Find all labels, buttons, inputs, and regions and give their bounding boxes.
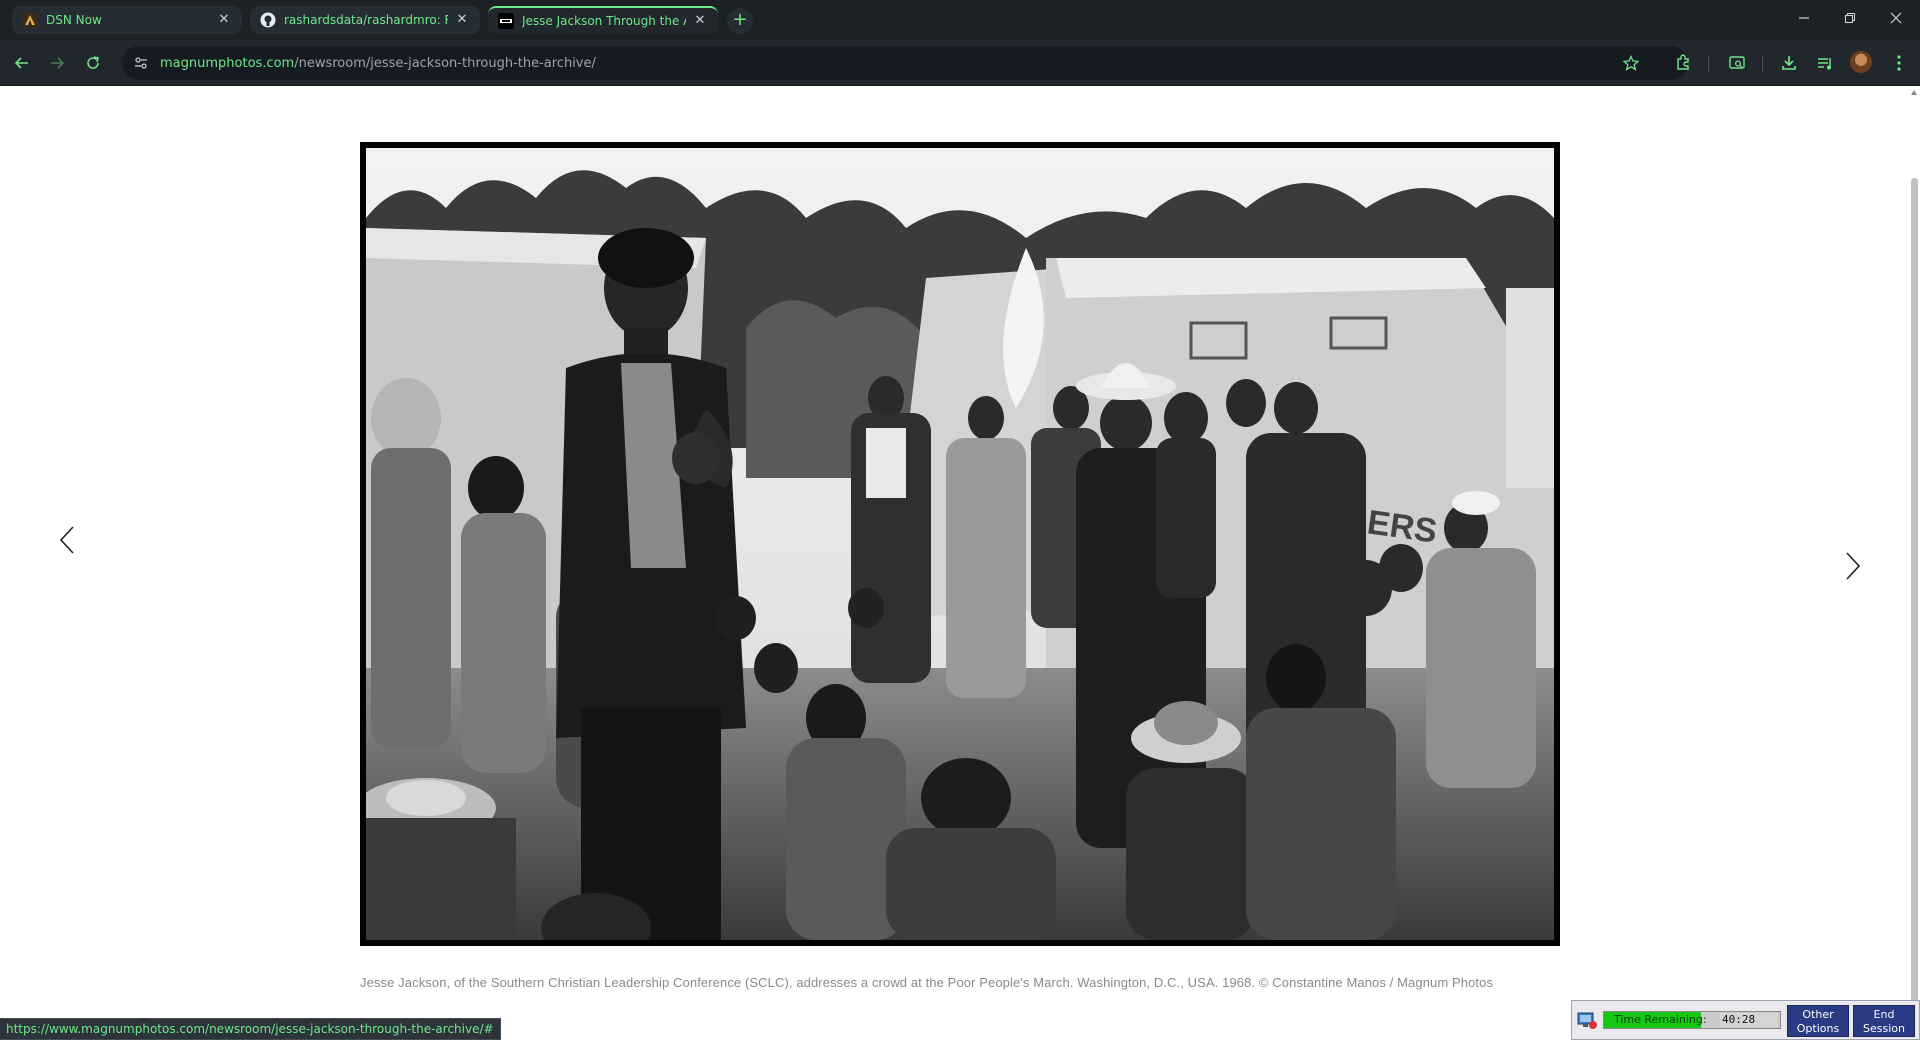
photo-frame: ERS	[360, 142, 1560, 946]
browser-window: DSN Now ✕ rashardsdata/rashardmro: Rash …	[0, 0, 1920, 1040]
github-icon	[260, 12, 276, 28]
other-options-label-line2: Options	[1796, 1022, 1840, 1035]
scroll-up-icon[interactable]	[1911, 90, 1917, 95]
profile-avatar[interactable]	[1850, 51, 1872, 73]
window-close-icon[interactable]	[1882, 8, 1910, 32]
chevron-left-icon	[59, 526, 74, 554]
chevron-right-icon	[1846, 552, 1861, 580]
other-options-label-line1: Other	[1802, 1008, 1834, 1021]
arrow-left-icon	[14, 57, 28, 69]
download-icon[interactable]	[1776, 50, 1802, 76]
extensions-icon[interactable]	[1670, 50, 1696, 76]
url-path: /newsroom/jesse-jackson-through-the-arch…	[294, 55, 596, 71]
browser-toolbar: magnumphotos.com/newsroom/jesse-jackson-…	[0, 40, 1920, 86]
toolbar-separator	[1762, 56, 1763, 72]
close-icon[interactable]: ✕	[454, 12, 470, 28]
reload-icon	[87, 56, 99, 69]
page-scrollbar[interactable]	[1908, 86, 1920, 1040]
reload-button[interactable]	[80, 50, 106, 76]
arrow-right-icon	[51, 57, 65, 69]
tab-search-icon[interactable]	[1724, 50, 1750, 76]
next-slide-button[interactable]	[1838, 546, 1868, 586]
session-timer-widget: Time Remaining: 40:28 Other Options End …	[1571, 1000, 1920, 1040]
scrollbar-thumb[interactable]	[1911, 178, 1918, 1040]
back-button[interactable]	[9, 50, 35, 76]
media-control-icon[interactable]	[1812, 50, 1838, 76]
tab-title: Jesse Jackson Through the Arch	[522, 14, 686, 28]
end-session-label-line1: End	[1873, 1008, 1895, 1021]
other-options-button[interactable]: Other Options	[1787, 1005, 1849, 1037]
photo-illustration: ERS	[366, 148, 1554, 940]
url-host: magnumphotos.com	[160, 55, 295, 71]
end-session-label-line2: Session	[1863, 1022, 1905, 1035]
end-session-button[interactable]: End Session	[1853, 1005, 1915, 1037]
tab-title: DSN Now	[46, 13, 102, 27]
time-remaining-label: Time Remaining:	[1614, 1013, 1707, 1026]
close-icon[interactable]: ✕	[216, 12, 232, 28]
status-url-bubble: https://www.magnumphotos.com/newsroom/je…	[0, 1018, 501, 1040]
archive-photo[interactable]: ERS	[366, 148, 1554, 940]
restore-icon[interactable]	[1836, 8, 1864, 32]
time-remaining-bar: Time Remaining: 40:28	[1603, 1011, 1781, 1029]
tab-dsn-now[interactable]: DSN Now ✕	[12, 6, 242, 34]
new-tab-button[interactable]: +	[727, 8, 753, 34]
magnum-favicon	[498, 13, 514, 29]
dsn-favicon	[22, 12, 38, 28]
kebab-menu-icon[interactable]	[1886, 50, 1912, 76]
toolbar-separator	[1708, 56, 1709, 72]
close-icon[interactable]: ✕	[692, 13, 708, 29]
forward-button[interactable]	[44, 50, 70, 76]
tab-title: rashardsdata/rashardmro: Rash	[284, 13, 448, 27]
photo-caption: Jesse Jackson, of the Southern Christian…	[360, 975, 1494, 990]
url-text: magnumphotos.com/newsroom/jesse-jackson-…	[160, 56, 596, 71]
previous-slide-button[interactable]	[52, 520, 82, 560]
tab-github-repo[interactable]: rashardsdata/rashardmro: Rash ✕	[250, 6, 480, 34]
time-remaining-value: 40:28	[1720, 1013, 1778, 1027]
bookmark-star-icon[interactable]	[1618, 50, 1644, 76]
minimize-icon[interactable]	[1790, 8, 1818, 32]
computer-session-icon	[1576, 1009, 1598, 1031]
tab-jesse-jackson[interactable]: Jesse Jackson Through the Arch ✕	[488, 6, 718, 34]
tab-strip: DSN Now ✕ rashardsdata/rashardmro: Rash …	[0, 0, 1920, 40]
address-bar[interactable]: magnumphotos.com/newsroom/jesse-jackson-…	[122, 46, 1688, 80]
site-info-icon[interactable]	[132, 54, 150, 72]
